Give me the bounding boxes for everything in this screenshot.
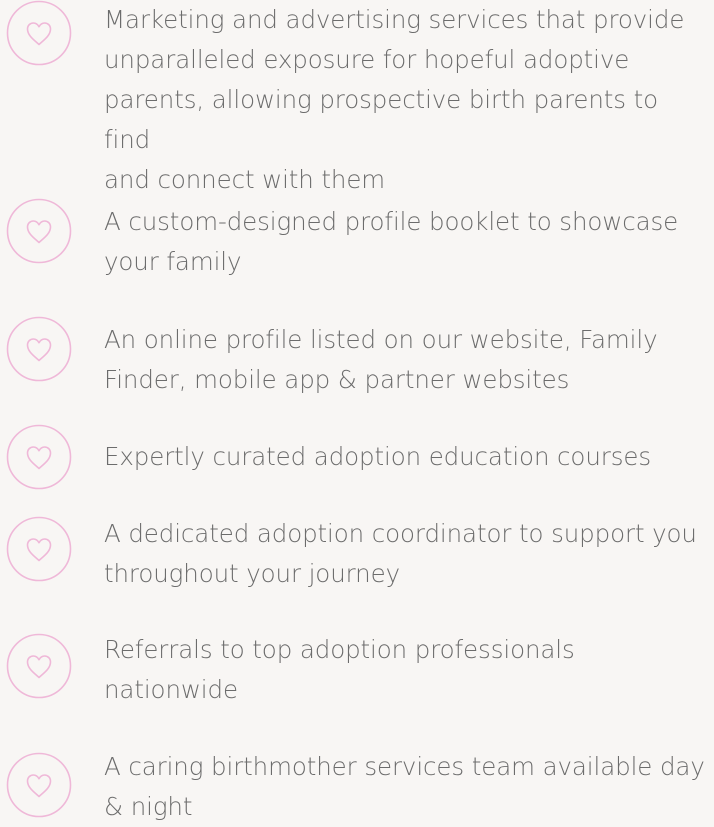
heart-icon xyxy=(6,198,72,264)
feature-line: A custom-designed profile booklet to sho… xyxy=(104,207,679,236)
feature-text: A dedicated adoption coordinator to supp… xyxy=(104,514,710,594)
heart-icon xyxy=(6,0,72,66)
feature-text: Marketing and advertising services that … xyxy=(104,0,710,200)
feature-line: & night xyxy=(104,792,193,821)
feature-line: Marketing and advertising services that … xyxy=(104,5,685,34)
heart-icon xyxy=(6,424,72,490)
feature-line: A dedicated adoption coordinator to supp… xyxy=(104,519,697,548)
feature-line: An online profile listed on our website,… xyxy=(104,325,658,354)
heart-icon xyxy=(6,633,72,699)
feature-line: nationwide xyxy=(104,675,238,704)
feature-text: A caring birthmother services team avail… xyxy=(104,747,710,827)
heart-icon xyxy=(6,752,72,818)
feature-line: unparalleled exposure for hopeful adopti… xyxy=(104,45,630,74)
feature-line: and connect with them xyxy=(104,165,386,194)
feature-text: An online profile listed on our website,… xyxy=(104,320,710,400)
feature-line: Referrals to top adoption professionals xyxy=(104,635,575,664)
feature-line: Expertly curated adoption education cour… xyxy=(104,442,652,471)
feature-line: throughout your journey xyxy=(104,559,400,588)
feature-text: Expertly curated adoption education cour… xyxy=(104,437,710,477)
heart-icon xyxy=(6,516,72,582)
feature-line: Finder, mobile app & partner websites xyxy=(104,365,570,394)
feature-text: Referrals to top adoption professionals … xyxy=(104,630,710,710)
feature-line: parents, allowing prospective birth pare… xyxy=(104,85,659,154)
heart-icon xyxy=(6,316,72,382)
feature-line: A caring birthmother services team avail… xyxy=(104,752,705,781)
feature-line: your family xyxy=(104,247,242,276)
feature-text: A custom-designed profile booklet to sho… xyxy=(104,202,710,282)
